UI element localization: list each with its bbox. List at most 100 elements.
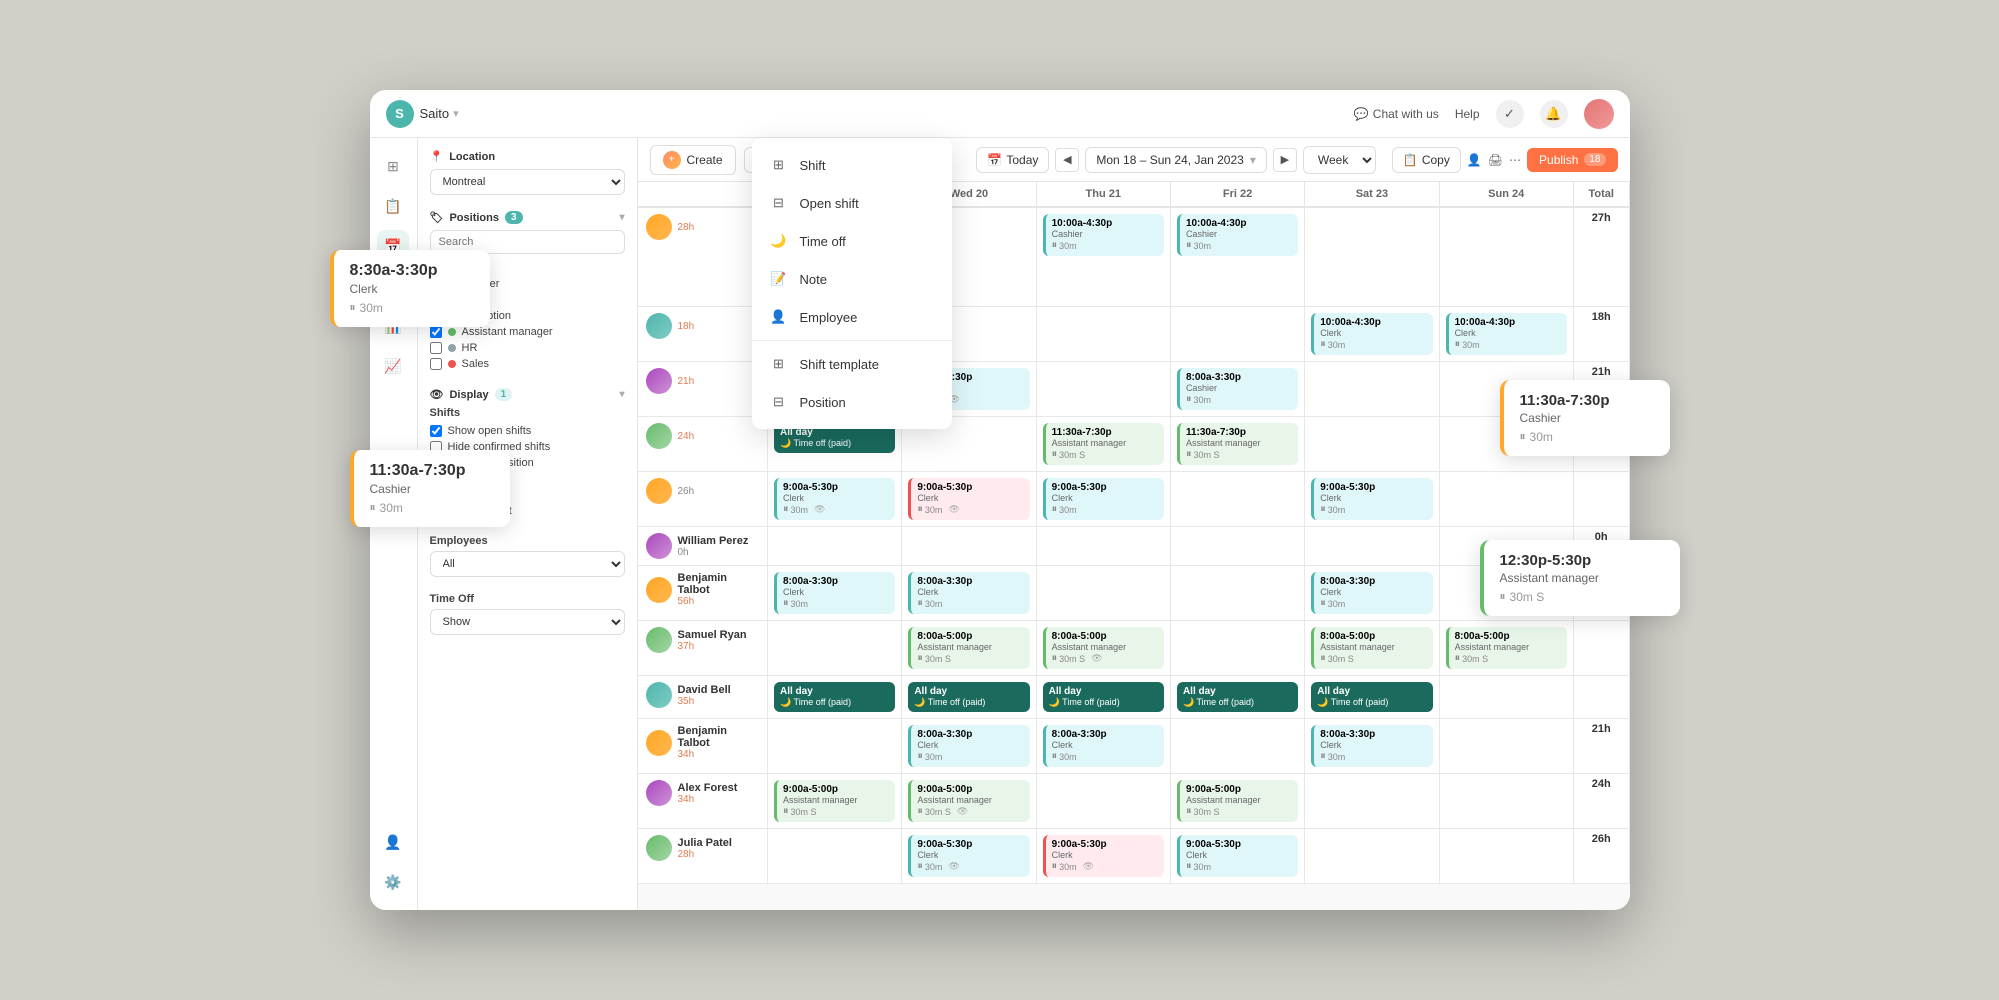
dropdown-shift-template[interactable]: ⊞ Shift template: [752, 345, 952, 383]
shift-cell-empty[interactable]: [768, 527, 902, 566]
prev-week-button[interactable]: ◀: [1055, 148, 1079, 172]
shift-cell-empty[interactable]: [1170, 621, 1304, 676]
shift-cell[interactable]: 9:00a-5:30p Clerk ⏸ 30m: [1170, 829, 1304, 884]
shift-cell[interactable]: 9:00a-5:30p Clerk ⏸ 30m 👁: [1036, 829, 1170, 884]
location-select[interactable]: Montreal: [430, 169, 625, 195]
shift-cell[interactable]: 11:30a-7:30p Assistant manager ⏸ 30m S: [1170, 417, 1304, 472]
shift-cell-empty[interactable]: [1439, 719, 1573, 774]
shift-cell-empty[interactable]: [1439, 829, 1573, 884]
shift-cell[interactable]: 9:00a-5:30p Clerk ⏸ 30m 👁: [902, 829, 1036, 884]
chat-link[interactable]: 💬 Chat with us: [1354, 107, 1439, 121]
shift-cell-empty[interactable]: [1170, 719, 1304, 774]
shift-card[interactable]: 10:00a-4:30p Cashier ⏸ 30m: [1043, 214, 1164, 256]
shift-card[interactable]: 9:00a-5:30p Clerk ⏸ 30m: [1177, 835, 1298, 877]
shift-cell-empty[interactable]: [1036, 362, 1170, 417]
check-icon[interactable]: ✓: [1496, 100, 1524, 128]
shift-cell-empty[interactable]: [768, 829, 902, 884]
time-off-card[interactable]: All day 🌙 Time off (paid): [1177, 682, 1298, 712]
shift-card[interactable]: 8:00a-3:30p Clerk ⏸ 30m: [1311, 572, 1432, 614]
shift-cell[interactable]: All day 🌙 Time off (paid): [902, 676, 1036, 719]
shift-card[interactable]: 8:00a-5:00p Assistant manager ⏸ 30m S 👁: [1043, 627, 1164, 669]
shift-cell-empty[interactable]: [1305, 362, 1439, 417]
shift-card[interactable]: 11:30a-7:30p Assistant manager ⏸ 30m S: [1043, 423, 1164, 465]
shift-card[interactable]: 10:00a-4:30p Clerk ⏸ 30m: [1311, 313, 1432, 355]
show-open-shifts-checkbox[interactable]: [430, 425, 442, 437]
shift-cell[interactable]: 9:00a-5:00p Assistant manager ⏸ 30m S: [1170, 774, 1304, 829]
show-open-shifts[interactable]: Show open shifts: [430, 423, 625, 439]
shift-card[interactable]: 8:00a-3:30p Clerk ⏸ 30m: [1311, 725, 1432, 767]
shift-cell[interactable]: 9:00a-5:30p Clerk ⏸ 30m 👁: [768, 472, 902, 527]
shift-cell[interactable]: 9:00a-5:30p Clerk ⏸ 30m: [1305, 472, 1439, 527]
shift-cell[interactable]: All day 🌙 Time off (paid): [1305, 676, 1439, 719]
shift-card[interactable]: 9:00a-5:00p Assistant manager ⏸ 30m S: [1177, 780, 1298, 822]
time-off-card[interactable]: All day 🌙 Time off (paid): [774, 682, 895, 712]
display-collapse[interactable]: ▾: [619, 389, 624, 400]
home-icon[interactable]: ⊞: [377, 150, 409, 182]
shift-card[interactable]: 8:00a-3:30p Cashier ⏸ 30m: [1177, 368, 1298, 410]
shift-cell[interactable]: All day 🌙 Time off (paid): [1170, 676, 1304, 719]
shift-cell-empty[interactable]: [1036, 307, 1170, 362]
dropdown-shift[interactable]: ⊞ Shift: [752, 146, 952, 184]
shift-card[interactable]: 9:00a-5:30p Clerk ⏸ 30m: [1311, 478, 1432, 520]
date-range-expand[interactable]: ▾: [1250, 153, 1256, 167]
shift-cell[interactable]: 10:00a-4:30p Clerk ⏸ 30m: [1439, 307, 1573, 362]
shift-cell[interactable]: 8:00a-3:30p Clerk ⏸ 30m: [768, 566, 902, 621]
shift-cell-empty[interactable]: [1170, 472, 1304, 527]
shift-cell-empty[interactable]: [1305, 527, 1439, 566]
shift-card[interactable]: 9:00a-5:30p Clerk ⏸ 30m 👁: [908, 835, 1029, 877]
time-off-card[interactable]: All day 🌙 Time off (paid): [1043, 682, 1164, 712]
shift-card[interactable]: 8:00a-3:30p Clerk ⏸ 30m: [1043, 725, 1164, 767]
print-icon[interactable]: 🖨: [1488, 153, 1503, 167]
user-avatar[interactable]: [1584, 99, 1614, 129]
shift-card[interactable]: 8:00a-5:00p Assistant manager ⏸ 30m S: [1446, 627, 1567, 669]
shift-cell[interactable]: 8:00a-3:30p Clerk ⏸ 30m: [1305, 719, 1439, 774]
shift-cell-empty[interactable]: [768, 719, 902, 774]
shift-card[interactable]: 9:00a-5:30p Clerk ⏸ 30m: [1043, 478, 1164, 520]
shift-card[interactable]: 9:00a-5:30p Clerk ⏸ 30m 👁: [774, 478, 895, 520]
shift-cell[interactable]: 10:00a-4:30p Cashier ⏸ 30m: [1170, 207, 1304, 307]
shift-card[interactable]: 8:00a-5:00p Assistant manager ⏸ 30m S: [908, 627, 1029, 669]
person-icon[interactable]: 👤: [1467, 153, 1482, 167]
position-hr-checkbox[interactable]: [430, 342, 442, 354]
shift-cell[interactable]: 9:00a-5:00p Assistant manager ⏸ 30m S: [768, 774, 902, 829]
shift-cell-empty[interactable]: [1305, 417, 1439, 472]
shift-cell[interactable]: 10:00a-4:30p Cashier ⏸ 30m: [1036, 207, 1170, 307]
shift-cell[interactable]: 8:00a-3:30p Clerk ⏸ 30m: [1036, 719, 1170, 774]
shift-card[interactable]: 10:00a-4:30p Clerk ⏸ 30m: [1446, 313, 1567, 355]
positions-collapse[interactable]: ▾: [619, 212, 624, 223]
shift-cell[interactable]: 8:00a-3:30p Clerk ⏸ 30m: [902, 566, 1036, 621]
shift-card[interactable]: 9:00a-5:00p Assistant manager ⏸ 30m S 👁: [908, 780, 1029, 822]
shift-card[interactable]: 8:00a-5:00p Assistant manager ⏸ 30m S: [1311, 627, 1432, 669]
shift-cell-empty[interactable]: [1170, 566, 1304, 621]
next-week-button[interactable]: ▶: [1273, 148, 1297, 172]
shift-cell-empty[interactable]: [1036, 774, 1170, 829]
copy-button[interactable]: 📋 Copy: [1392, 147, 1461, 173]
shift-cell-empty[interactable]: [768, 621, 902, 676]
shift-cell[interactable]: 9:00a-5:00p Assistant manager ⏸ 30m S 👁: [902, 774, 1036, 829]
shift-card[interactable]: 11:30a-7:30p Assistant manager ⏸ 30m S: [1177, 423, 1298, 465]
dropdown-position[interactable]: ⊟ Position: [752, 383, 952, 421]
shift-cell[interactable]: 8:00a-3:30p Cashier ⏸ 30m: [1170, 362, 1304, 417]
shift-cell[interactable]: All day 🌙 Time off (paid): [1036, 676, 1170, 719]
week-select[interactable]: Week: [1303, 146, 1376, 174]
shift-cell-empty[interactable]: [1170, 307, 1304, 362]
dropdown-time-off[interactable]: 🌙 Time off: [752, 222, 952, 260]
shift-cell-empty[interactable]: [1036, 566, 1170, 621]
shift-cell-empty[interactable]: [902, 527, 1036, 566]
time-off-card[interactable]: All day 🌙 Time off (paid): [1311, 682, 1432, 712]
shift-cell[interactable]: All day 🌙 Time off (paid): [768, 676, 902, 719]
shift-card[interactable]: 9:00a-5:30p Clerk ⏸ 30m 👁: [1043, 835, 1164, 877]
shift-cell-empty[interactable]: [1305, 829, 1439, 884]
time-off-select[interactable]: Show: [430, 609, 625, 635]
position-sales[interactable]: Sales: [430, 356, 625, 372]
shift-cell[interactable]: 8:00a-5:00p Assistant manager ⏸ 30m S: [1305, 621, 1439, 676]
more-icon[interactable]: ⋯: [1509, 153, 1521, 167]
shift-cell-empty[interactable]: [1036, 527, 1170, 566]
shift-cell-empty[interactable]: [1170, 527, 1304, 566]
publish-button[interactable]: Publish 18: [1527, 148, 1617, 172]
shift-cell-empty[interactable]: [1439, 207, 1573, 307]
shift-card[interactable]: 8:00a-3:30p Clerk ⏸ 30m: [774, 572, 895, 614]
shift-card[interactable]: 10:00a-4:30p Cashier ⏸ 30m: [1177, 214, 1298, 256]
settings-icon[interactable]: ⚙️: [377, 866, 409, 898]
position-assistant-checkbox[interactable]: [430, 326, 442, 338]
